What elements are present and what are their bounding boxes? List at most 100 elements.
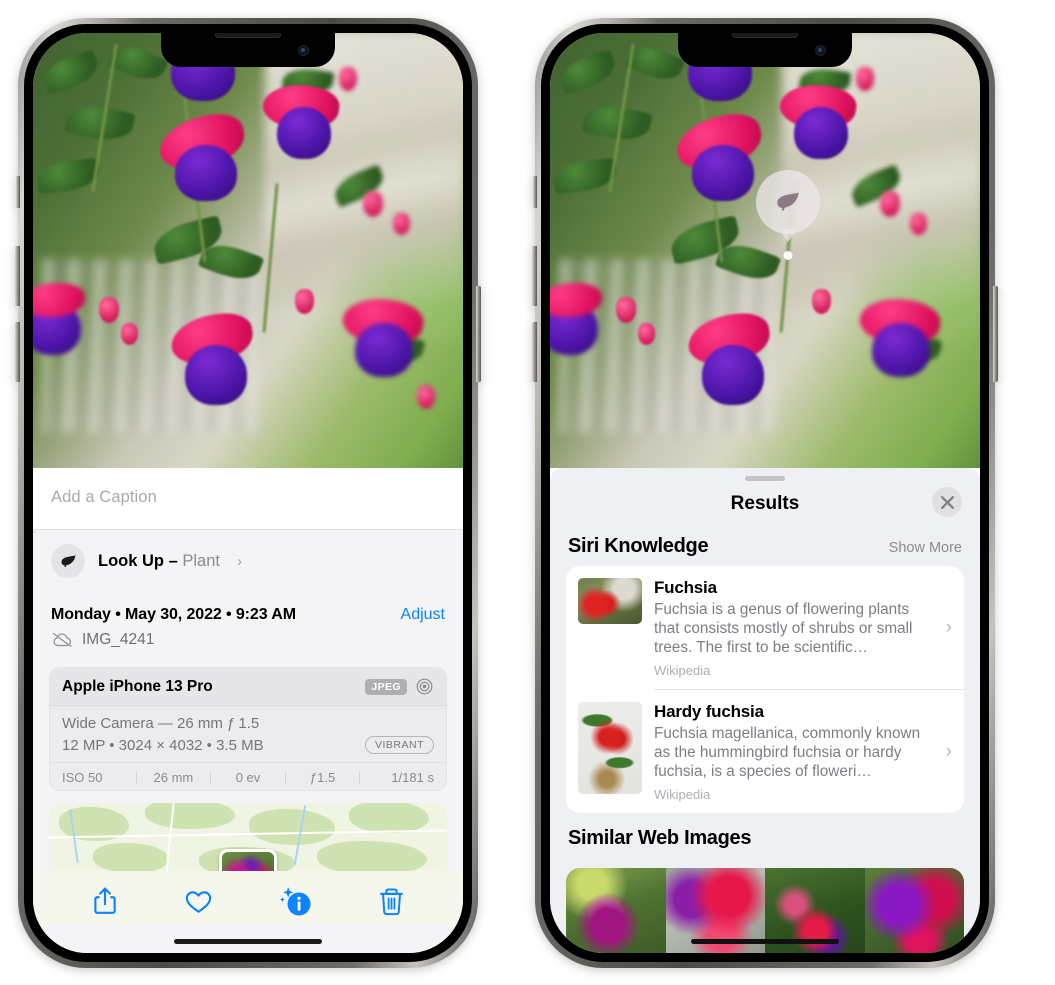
knowledge-description: Fuchsia magellanica, commonly known as t… bbox=[654, 724, 921, 781]
close-icon[interactable] bbox=[932, 487, 962, 517]
front-camera-icon bbox=[298, 45, 309, 56]
mute-switch[interactable] bbox=[533, 176, 537, 208]
exif-iso: ISO 50 bbox=[62, 770, 103, 786]
photo-metadata: Monday • May 30, 2022 • 9:23 AM Adjust I… bbox=[33, 594, 463, 658]
flower-corolla bbox=[692, 145, 754, 201]
photo-filename: IMG_4241 bbox=[82, 631, 155, 649]
flower-bud bbox=[393, 213, 410, 235]
leaf-icon bbox=[51, 544, 85, 578]
left-phone-screen: Add a Caption ✦ ✦ Look Up – Plant › bbox=[33, 33, 463, 953]
flower-bud bbox=[910, 213, 927, 235]
flower-corolla bbox=[794, 107, 848, 159]
adjust-button[interactable]: Adjust bbox=[401, 606, 445, 624]
look-up-prefix: Look Up – bbox=[98, 551, 183, 570]
mute-switch[interactable] bbox=[16, 176, 20, 208]
exif-shutter: 1/181 s bbox=[391, 770, 434, 786]
home-indicator[interactable] bbox=[174, 939, 322, 944]
similar-image-item[interactable] bbox=[566, 868, 666, 953]
results-sheet: Results Siri Knowledge Show More Fuchsia… bbox=[550, 468, 980, 953]
volume-down-button[interactable] bbox=[15, 322, 20, 382]
share-icon[interactable] bbox=[92, 886, 118, 916]
knowledge-card[interactable]: Hardy fuchsia Fuchsia magellanica, commo… bbox=[566, 690, 964, 813]
similar-web-images-section-header: Similar Web Images bbox=[550, 813, 980, 858]
notch bbox=[678, 33, 852, 67]
visual-lookup-badge[interactable] bbox=[756, 170, 820, 260]
info-sparkle-icon[interactable] bbox=[279, 885, 313, 917]
camera-card-header: Apple iPhone 13 Pro JPEG bbox=[50, 668, 446, 707]
flower-bud bbox=[812, 289, 831, 314]
left-iphone-device: Add a Caption ✦ ✦ Look Up – Plant › bbox=[15, 18, 481, 968]
format-badge: JPEG bbox=[365, 678, 407, 695]
flower-bud bbox=[121, 323, 138, 345]
siri-knowledge-section-header: Siri Knowledge Show More bbox=[550, 521, 980, 566]
location-map[interactable] bbox=[49, 803, 447, 872]
photographic-style-badge: VIBRANT bbox=[364, 736, 434, 755]
photo-viewer[interactable] bbox=[33, 33, 463, 468]
flower-bud bbox=[99, 297, 119, 323]
knowledge-card-group: Fuchsia Fuchsia is a genus of flowering … bbox=[566, 566, 964, 814]
similar-image-item[interactable] bbox=[864, 868, 964, 953]
power-button[interactable] bbox=[476, 286, 481, 382]
look-up-subject: Plant bbox=[182, 551, 220, 570]
camera-device-name: Apple iPhone 13 Pro bbox=[62, 677, 213, 695]
knowledge-thumbnail bbox=[578, 578, 642, 624]
badge-anchor-dot bbox=[783, 251, 793, 260]
results-title: Results bbox=[730, 493, 800, 514]
caption-field[interactable]: Add a Caption bbox=[33, 468, 463, 530]
camera-details-card: Apple iPhone 13 Pro JPEG Wide Camera — 2… bbox=[49, 667, 447, 792]
screenshot-stage: Add a Caption ✦ ✦ Look Up – Plant › bbox=[0, 0, 1055, 985]
flower-corolla bbox=[185, 345, 247, 405]
volume-up-button[interactable] bbox=[532, 246, 537, 306]
exif-exposure: 0 ev bbox=[235, 770, 261, 786]
knowledge-card[interactable]: Fuchsia Fuchsia is a genus of flowering … bbox=[566, 566, 964, 689]
caption-placeholder-text: Add a Caption bbox=[51, 488, 157, 506]
photo-viewer[interactable] bbox=[550, 33, 980, 468]
flower-bud bbox=[856, 67, 874, 91]
notch bbox=[161, 33, 335, 67]
volume-down-button[interactable] bbox=[532, 322, 537, 382]
left-phone-body: Add a Caption ✦ ✦ Look Up – Plant › bbox=[24, 24, 472, 962]
flower-corolla bbox=[872, 323, 930, 377]
look-up-row[interactable]: ✦ ✦ Look Up – Plant › bbox=[33, 525, 463, 594]
volume-up-button[interactable] bbox=[15, 246, 20, 306]
badge-pointer bbox=[779, 229, 797, 242]
map-photo-pin[interactable] bbox=[219, 849, 277, 872]
chevron-right-icon: › bbox=[945, 740, 952, 762]
flower-bud bbox=[417, 385, 435, 409]
home-indicator[interactable] bbox=[691, 939, 839, 944]
flower-corolla bbox=[355, 323, 413, 377]
flower-corolla bbox=[702, 345, 764, 405]
front-camera-icon bbox=[815, 45, 826, 56]
right-iphone-device: Results Siri Knowledge Show More Fuchsia… bbox=[532, 18, 998, 968]
chevron-right-icon: › bbox=[236, 552, 242, 570]
flower-bud bbox=[339, 67, 357, 91]
knowledge-thumbnail bbox=[578, 701, 642, 794]
trash-icon[interactable] bbox=[379, 887, 404, 916]
knowledge-title: Hardy fuchsia bbox=[654, 701, 764, 721]
lens-info: Wide Camera — 26 mm ƒ 1.5 bbox=[62, 715, 260, 733]
section-title: Siri Knowledge bbox=[568, 535, 709, 557]
heart-icon[interactable] bbox=[184, 888, 213, 915]
flower-bud bbox=[363, 191, 383, 217]
show-more-button[interactable]: Show More bbox=[889, 540, 962, 556]
look-up-label: Look Up – Plant bbox=[98, 552, 220, 571]
knowledge-title: Fuchsia bbox=[654, 578, 717, 597]
exif-focal: 26 mm bbox=[153, 770, 194, 786]
power-button[interactable] bbox=[993, 286, 998, 382]
flower-bud bbox=[880, 191, 900, 217]
earpiece-speaker bbox=[732, 33, 798, 38]
camera-card-body: Wide Camera — 26 mm ƒ 1.5 12 MP • 3024 ×… bbox=[50, 706, 446, 762]
aperture-icon bbox=[415, 677, 434, 696]
knowledge-source: Wikipedia bbox=[654, 663, 711, 679]
cloud-slash-icon bbox=[51, 632, 73, 648]
flower-corolla bbox=[277, 107, 331, 159]
flower-bud bbox=[638, 323, 655, 345]
flower-bud bbox=[616, 297, 636, 323]
flower-corolla bbox=[175, 145, 237, 201]
leaf-icon bbox=[756, 170, 820, 234]
flower-bud bbox=[295, 289, 314, 314]
results-header: Results bbox=[550, 481, 980, 521]
exif-row: ISO 50 26 mm 0 ev ƒ1.5 1/181 s bbox=[50, 762, 446, 790]
sparkle-icon: ✦ bbox=[33, 523, 37, 543]
right-phone-body: Results Siri Knowledge Show More Fuchsia… bbox=[541, 24, 989, 962]
